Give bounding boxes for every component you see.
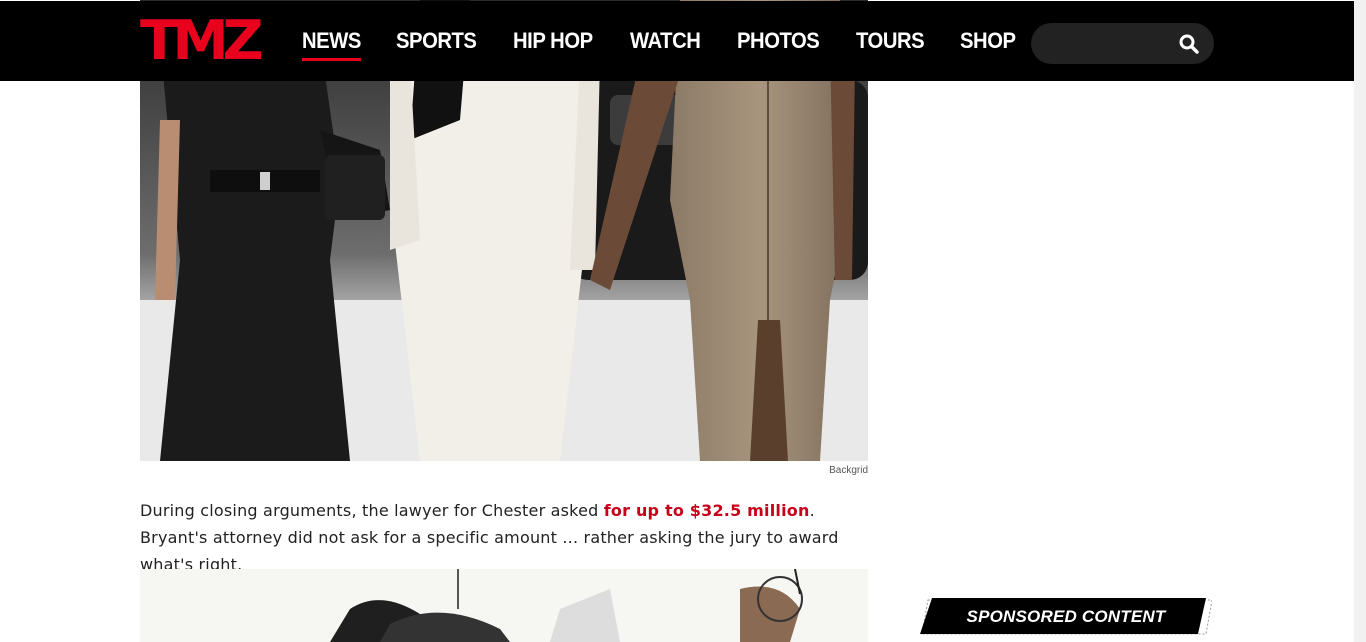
nav-item-news[interactable]: NEWS [302, 28, 361, 61]
sketch-illustration [140, 569, 868, 642]
nav-item-shop[interactable]: SHOP [960, 28, 1016, 54]
search-box [1031, 23, 1214, 64]
nav-item-photos[interactable]: PHOTOS [737, 28, 820, 54]
paragraph-text-start: During closing arguments, the lawyer for… [140, 501, 604, 520]
nav-item-sports[interactable]: SPORTS [396, 28, 477, 54]
search-input[interactable] [1045, 32, 1179, 56]
search-icon[interactable] [1179, 34, 1199, 54]
scrollbar[interactable] [1354, 0, 1366, 642]
nav-item-hip-hop[interactable]: HIP HOP [513, 28, 593, 54]
sponsored-content-banner: SPONSORED CONTENT [920, 598, 1212, 636]
article-paragraph: During closing arguments, the lawyer for… [140, 497, 860, 578]
article-link[interactable]: for up to $32.5 million [604, 501, 810, 520]
nav-item-watch[interactable]: WATCH [630, 28, 701, 54]
tmz-logo[interactable]: TMZ [140, 14, 270, 68]
photo-credit: Backgrid [829, 465, 868, 476]
sponsored-content-label: SPONSORED CONTENT [966, 607, 1166, 626]
top-navigation-bar: TMZ NEWS SPORTS HIP HOP WATCH PHOTOS TOU… [0, 1, 1354, 81]
nav-item-tours[interactable]: TOURS [856, 28, 925, 54]
main-nav: NEWS SPORTS HIP HOP WATCH PHOTOS TOURS S… [302, 1, 1051, 81]
courtroom-sketch-image[interactable] [140, 569, 868, 642]
